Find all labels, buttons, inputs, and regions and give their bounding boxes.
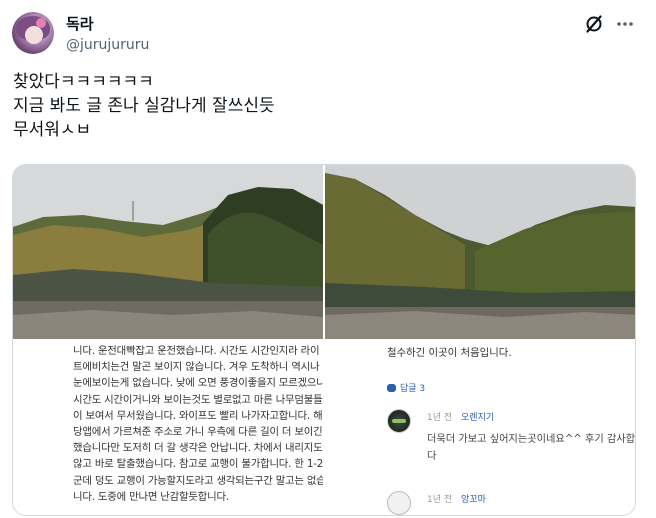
media-image-left[interactable]: 니다. 운전대빡잡고 운전했습니다. 시간도 시간인지라 라이 트에비치는건 말… xyxy=(13,165,323,515)
avatar-flower xyxy=(36,18,46,28)
comment-line: 다 xyxy=(427,451,437,462)
post-line: 군데 덩도 교행이 가능할지도라고 생각되는구간 말고는 없습 xyxy=(73,474,323,487)
lake-photo xyxy=(13,165,323,339)
comment-meta: 1년 전 앙꼬마 xyxy=(427,492,486,505)
comment-text: 더욱더 가보고 싶어지는곳이네요^^ 후기 감사합니 다 xyxy=(427,431,636,465)
media-grid: 니다. 운전대빡잡고 운전했습니다. 시간도 시간인지라 라이 트에비치는건 말… xyxy=(12,164,636,516)
comment-time: 1년 전 xyxy=(427,413,453,423)
comment-icon xyxy=(387,383,396,392)
reply-count[interactable]: 답글 3 xyxy=(387,381,425,394)
comment-avatar xyxy=(387,491,411,515)
grok-icon[interactable] xyxy=(583,13,605,35)
media-image-right[interactable]: 철수하긴 이곳이 처음입니다. 답글 3 1년 전 오렌지기 더욱더 가보고 싶… xyxy=(325,165,636,515)
reply-count-label: 답글 3 xyxy=(400,384,426,394)
lake-photo xyxy=(325,165,635,339)
comment-avatar xyxy=(387,409,411,433)
avatar-face xyxy=(25,26,43,44)
post-line: 않고 바로 탈출했습니다. 참고로 교행이 불가합니다. 한 1-2 xyxy=(73,458,323,471)
blog-post-text: 니다. 운전대빡잡고 운전했습니다. 시간도 시간인지라 라이 트에비치는건 말… xyxy=(73,343,323,505)
avatar[interactable] xyxy=(12,12,54,54)
tweet-line: 찾았다ㅋㅋㅋㅋㅋㅋ xyxy=(13,72,154,92)
comment-meta: 1년 전 오렌지기 xyxy=(427,410,494,423)
display-name[interactable]: 독라 xyxy=(66,13,94,34)
tweet-text: 찾았다ㅋㅋㅋㅋㅋㅋ 지금 봐도 글 존나 실감나게 잘쓰신듯 무서워ㅅㅂ xyxy=(13,70,275,142)
post-line: 했습니다만 도저히 더 갈 생각은 안납니다. 차에서 내리지도 xyxy=(73,442,323,455)
post-line: 트에비치는건 말곤 보이지 않습니다. 겨우 도착하니 역시나 xyxy=(73,361,320,374)
tweet-line: 지금 봐도 글 존나 실감나게 잘쓰신듯 xyxy=(13,96,275,116)
comment-author: 오렌지기 xyxy=(461,413,495,423)
post-line: 니다. 운전대빡잡고 운전했습니다. 시간도 시간인지라 라이 xyxy=(73,345,320,357)
comment-author: 앙꼬마 xyxy=(461,495,486,505)
post-line: 눈에보이는게 없습니다. 낮에 오면 풍경이좋을지 모르겠으나 xyxy=(73,377,323,390)
more-icon[interactable] xyxy=(614,13,636,35)
comment-line: 더욱더 가보고 싶어지는곳이네요^^ 후기 감사합니 xyxy=(427,434,636,445)
post-line: 이 보여서 무서웠습니다. 와이프도 빨리 나가자고합니다. 해 xyxy=(73,409,323,422)
post-line: 당앱에서 가르쳐준 주소로 가니 우측에 다른 길이 더 보이긴 xyxy=(73,426,323,439)
post-line: 시간도 시간이거니와 보이는것도 별로없고 마른 나무덤불들 xyxy=(73,393,323,406)
user-handle[interactable]: @jurujururu xyxy=(66,37,149,53)
tweet-line: 무서워ㅅㅂ xyxy=(13,120,92,140)
comment-time: 1년 전 xyxy=(427,495,453,505)
post-line: 니다. 도중에 만나면 난감할듯합니다. xyxy=(73,490,229,503)
post-closing-text: 철수하긴 이곳이 처음입니다. xyxy=(387,347,512,359)
